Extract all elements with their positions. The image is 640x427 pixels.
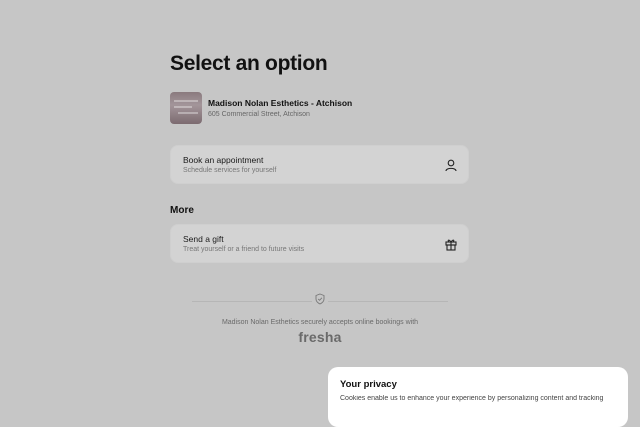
option-subtitle: Schedule services for yourself bbox=[183, 167, 277, 174]
privacy-body: Cookies enable us to enhance your experi… bbox=[340, 395, 604, 402]
shield-check-icon bbox=[315, 293, 325, 305]
fresha-logo[interactable]: fresha bbox=[170, 329, 470, 345]
venue-thumbnail bbox=[170, 92, 202, 124]
venue-name: Madison Nolan Esthetics - Atchison bbox=[208, 98, 353, 108]
privacy-title: Your privacy bbox=[340, 379, 397, 390]
divider bbox=[192, 301, 312, 302]
footer: Madison Nolan Esthetics securely accepts… bbox=[170, 292, 470, 345]
option-title: Book an appointment bbox=[183, 155, 264, 165]
venue-info: Madison Nolan Esthetics - Atchison 605 C… bbox=[170, 92, 352, 124]
book-appointment-option[interactable]: Book an appointment Schedule services fo… bbox=[170, 145, 469, 184]
send-gift-option[interactable]: Send a gift Treat yourself or a friend t… bbox=[170, 224, 469, 263]
user-icon bbox=[445, 159, 457, 172]
more-heading: More bbox=[170, 205, 194, 216]
divider bbox=[328, 301, 448, 302]
option-title: Send a gift bbox=[183, 234, 224, 244]
option-subtitle: Treat yourself or a friend to future vis… bbox=[183, 246, 305, 253]
venue-address: 605 Commercial Street, Atchison bbox=[208, 111, 310, 118]
page-title: Select an option bbox=[170, 52, 328, 75]
footer-text: Madison Nolan Esthetics securely accepts… bbox=[221, 319, 419, 326]
gift-icon bbox=[445, 239, 457, 251]
privacy-dialog: Your privacy Cookies enable us to enhanc… bbox=[328, 367, 628, 427]
